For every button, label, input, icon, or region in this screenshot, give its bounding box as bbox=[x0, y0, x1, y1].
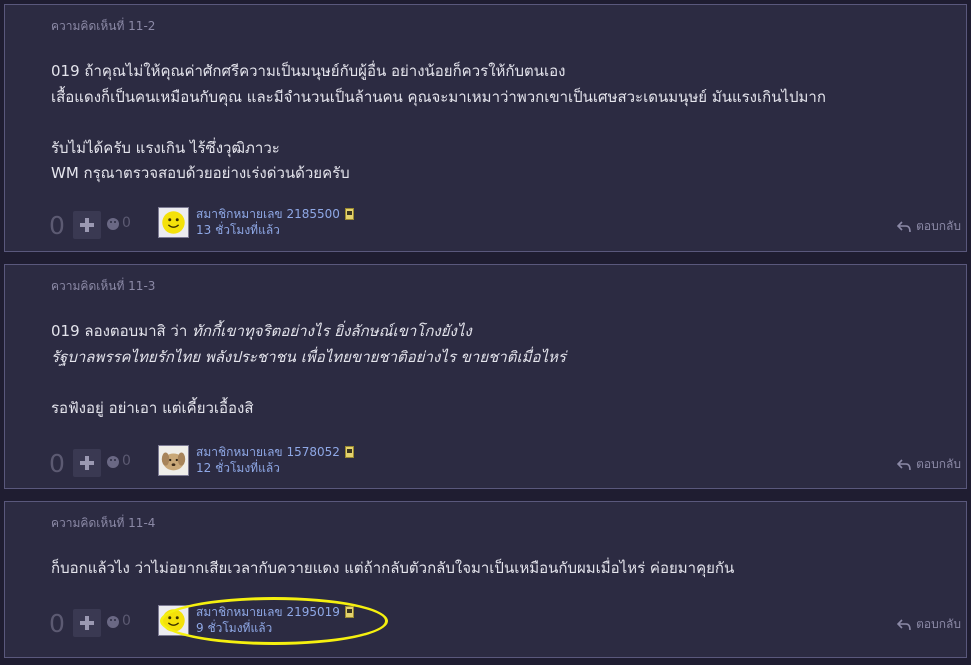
vote-plus-button[interactable] bbox=[73, 211, 101, 239]
reply-label: ตอบกลับ bbox=[916, 457, 961, 471]
comment-text: 019 ลองตอบมาสิ ว่า bbox=[51, 322, 193, 340]
emotion-icon[interactable] bbox=[107, 456, 119, 468]
comment-card: ความคิดเห็นที่ 11-2 019 ถ้าคุณไม่ให้คุณค… bbox=[4, 4, 967, 252]
reply-button[interactable]: ตอบกลับ bbox=[897, 455, 961, 474]
reply-arrow-icon bbox=[897, 220, 911, 232]
comment-body: ก็บอกแล้วไง ว่าไม่อยากเสียเวลากับควายแดง… bbox=[51, 556, 734, 582]
comment-number: ความคิดเห็นที่ 11-4 bbox=[51, 516, 156, 530]
comment-number: ความคิดเห็นที่ 11-3 bbox=[51, 279, 156, 293]
plus-icon bbox=[80, 218, 94, 232]
member-name: สมาชิกหมายเลข 2185500 bbox=[196, 207, 340, 221]
avatar[interactable] bbox=[158, 207, 189, 238]
comment-line: รัฐบาลพรรคไทยรักไทย พลังประชาชน เพื่อไทย… bbox=[51, 347, 566, 366]
timestamp-link[interactable]: 12 ชั่วโมงที่แล้ว bbox=[196, 459, 280, 478]
reply-button[interactable]: ตอบกลับ bbox=[897, 217, 961, 236]
reply-arrow-icon bbox=[897, 458, 911, 470]
reply-button[interactable]: ตอบกลับ bbox=[897, 615, 961, 634]
emotion-count: 0 bbox=[122, 453, 131, 469]
reply-arrow-icon bbox=[897, 618, 911, 630]
comment-body: 019 ถ้าคุณไม่ให้คุณค่าศักศรีความเป็นมนุษ… bbox=[51, 59, 826, 187]
comment-body: 019 ลองตอบมาสิ ว่า ทักกี้เขาทุจริตอย่างไ… bbox=[51, 319, 566, 421]
emotion-count: 0 bbox=[122, 613, 131, 629]
vote-score: 0 bbox=[49, 449, 65, 478]
smiley-face-icon bbox=[159, 606, 188, 635]
comment-line: 019 ลองตอบมาสิ ว่า ทักกี้เขาทุจริตอย่างไ… bbox=[51, 319, 566, 345]
comment-text-italic: ทักกี้เขาทุจริตอย่างไร ยิ่งลักษณ์เขาโกงย… bbox=[192, 322, 472, 340]
comment-number: ความคิดเห็นที่ 11-2 bbox=[51, 19, 156, 33]
mobile-icon bbox=[344, 208, 354, 220]
comment-card: ความคิดเห็นที่ 11-4 ก็บอกแล้วไง ว่าไม่อย… bbox=[4, 501, 967, 658]
vote-plus-button[interactable] bbox=[73, 449, 101, 477]
reply-label: ตอบกลับ bbox=[916, 617, 961, 631]
comment-footer: 0 0 สมาชิกหมายเลข 1578052 12 ชั่วโมงที่แ… bbox=[5, 445, 966, 489]
vote-plus-button[interactable] bbox=[73, 609, 101, 637]
member-name: สมาชิกหมายเลข 1578052 bbox=[196, 445, 340, 459]
avatar[interactable] bbox=[158, 445, 189, 476]
comment-footer: 0 0 สมาชิกหมายเลข 2185500 13 ชั่วโมงที่แ… bbox=[5, 207, 966, 251]
member-name: สมาชิกหมายเลข 2195019 bbox=[196, 605, 340, 619]
vote-score: 0 bbox=[49, 609, 65, 638]
plus-icon bbox=[80, 616, 94, 630]
comment-line: WM กรุณาตรวจสอบด้วยอย่างเร่งด่วนด้วยครับ bbox=[51, 164, 350, 183]
vote-score: 0 bbox=[49, 211, 65, 240]
timestamp-link[interactable]: 13 ชั่วโมงที่แล้ว bbox=[196, 221, 280, 240]
comment-line bbox=[51, 370, 566, 396]
comment-footer: 0 0 สมาชิกหมายเลข 2195019 9 ชั่วโมงที่แล… bbox=[5, 605, 966, 649]
plus-icon bbox=[80, 456, 94, 470]
comment-card: ความคิดเห็นที่ 11-3 019 ลองตอบมาสิ ว่า ท… bbox=[4, 264, 967, 489]
dog-photo-icon bbox=[159, 446, 188, 475]
smiley-face-icon bbox=[159, 208, 188, 237]
comment-line: ก็บอกแล้วไง ว่าไม่อยากเสียเวลากับควายแดง… bbox=[51, 559, 735, 577]
emotion-icon[interactable] bbox=[107, 218, 119, 230]
comment-line: รับไม่ได้ครับ แรงเกิน ไร้ซึ่งวุฒิภาวะ bbox=[51, 138, 280, 157]
mobile-icon bbox=[344, 606, 354, 618]
comment-line: เสื้อแดงก็เป็นคนเหมือนกับคุณ และมีจำนวนเ… bbox=[51, 87, 826, 106]
comment-line: รอฟังอยู่ อย่าเอา แต่เคี้ยวเอื้องสิ bbox=[51, 398, 254, 417]
timestamp-link[interactable]: 9 ชั่วโมงที่แล้ว bbox=[196, 619, 272, 638]
mobile-icon bbox=[344, 446, 354, 458]
emotion-icon[interactable] bbox=[107, 616, 119, 628]
comment-line bbox=[51, 110, 826, 136]
emotion-count: 0 bbox=[122, 215, 131, 231]
avatar[interactable] bbox=[158, 605, 189, 636]
reply-label: ตอบกลับ bbox=[916, 219, 961, 233]
comment-line: 019 ถ้าคุณไม่ให้คุณค่าศักศรีความเป็นมนุษ… bbox=[51, 62, 566, 80]
